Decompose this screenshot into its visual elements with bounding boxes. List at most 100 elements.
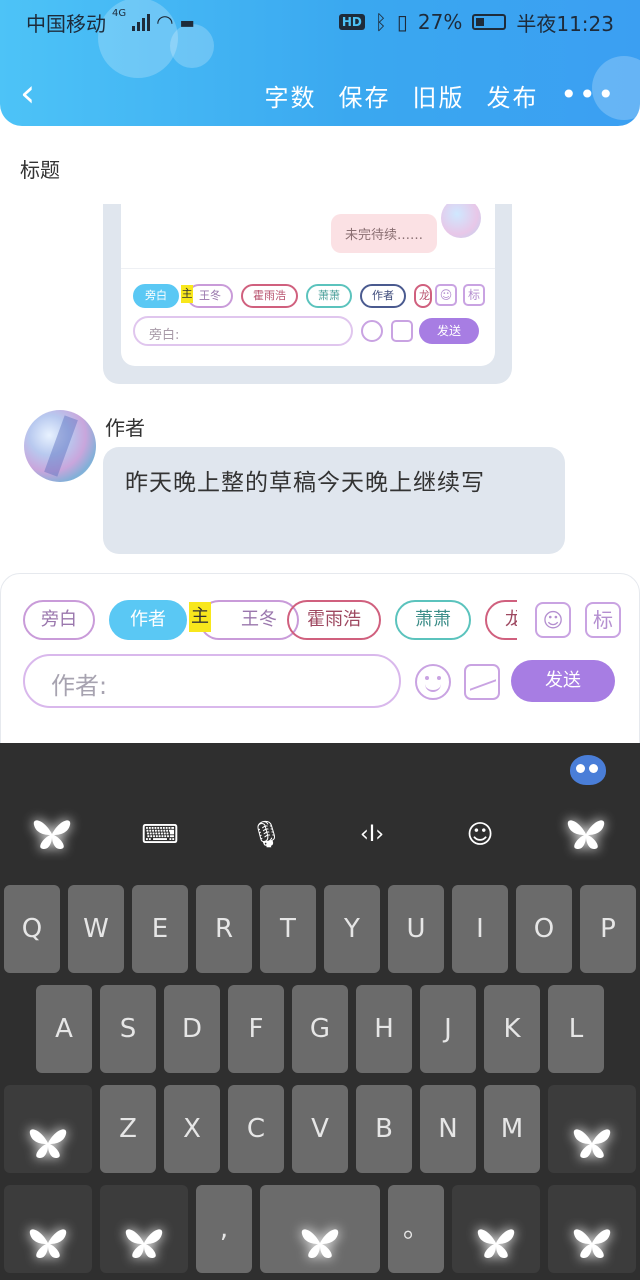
key-y[interactable]: Y xyxy=(324,885,380,973)
key-m[interactable]: M xyxy=(484,1085,540,1173)
key-r[interactable]: R xyxy=(196,885,252,973)
title-label[interactable]: 标题 xyxy=(20,154,60,183)
emoji-icon[interactable] xyxy=(415,664,451,700)
preview-screenshot: 未完待续…… 旁白 王冬 霍雨浩 萧萧 作者 龙 主 ☺ 标 旁白: 发送 xyxy=(121,204,495,366)
author-name: 作者 xyxy=(105,416,145,440)
key-e[interactable]: E xyxy=(132,885,188,973)
symbol-key[interactable] xyxy=(4,1185,92,1273)
cursor-icon[interactable]: ‹I› xyxy=(352,815,392,855)
key-k[interactable]: K xyxy=(484,985,540,1073)
image-icon xyxy=(391,320,413,342)
preview-send-button: 发送 xyxy=(419,318,479,344)
more-dots-icon[interactable]: ••• xyxy=(560,78,616,113)
key-j[interactable]: J xyxy=(420,985,476,1073)
microphone-icon[interactable]: 🎙 xyxy=(246,815,286,855)
emoji-icon xyxy=(361,320,383,342)
keyboard-icon[interactable]: ⌨ xyxy=(140,815,180,855)
key-q[interactable]: Q xyxy=(4,885,60,973)
divider xyxy=(121,268,495,269)
role-chip[interactable]: 萧萧 xyxy=(395,600,471,640)
enter-key[interactable] xyxy=(548,1185,636,1273)
message-bubble[interactable]: 昨天晚上整的草稿今天晚上继续写 xyxy=(103,447,565,554)
key-f[interactable]: F xyxy=(228,985,284,1073)
key-b[interactable]: B xyxy=(356,1085,412,1173)
battery-icon xyxy=(472,14,507,30)
author-avatar[interactable] xyxy=(24,410,96,482)
preview-side-icons: ☺ 标 xyxy=(435,284,485,306)
butterfly-icon xyxy=(298,1210,342,1258)
preview-card[interactable]: 未完待续…… 旁白 王冬 霍雨浩 萧萧 作者 龙 主 ☺ 标 旁白: 发送 xyxy=(103,204,512,384)
key-w[interactable]: W xyxy=(68,885,124,973)
period-key[interactable]: 。 xyxy=(388,1185,444,1273)
key-i[interactable]: I xyxy=(452,885,508,973)
battery-percent: 27% xyxy=(417,10,463,34)
preview-chip: 霍雨浩 xyxy=(241,284,298,308)
key-h[interactable]: H xyxy=(356,985,412,1073)
preview-input: 旁白: xyxy=(133,316,353,346)
key-g[interactable]: G xyxy=(292,985,348,1073)
key-d[interactable]: D xyxy=(164,985,220,1073)
network-type: 4G xyxy=(112,7,127,19)
key-p[interactable]: P xyxy=(580,885,636,973)
wifi-icon: ◠ xyxy=(156,10,174,34)
butterfly-icon xyxy=(570,1210,614,1258)
butterfly-icon xyxy=(474,1210,518,1258)
butterfly-icon[interactable] xyxy=(30,815,74,853)
key-l[interactable]: L xyxy=(548,985,604,1073)
vibrate-icon: ▯ xyxy=(396,10,408,34)
space-key[interactable] xyxy=(260,1185,380,1273)
send-button[interactable]: 发送 xyxy=(511,660,615,702)
preview-chip: 王冬 xyxy=(187,284,233,308)
word-count-button[interactable]: 字数 xyxy=(264,78,316,113)
role-chip-row[interactable]: 旁白 作者 王冬 霍雨浩 萧萧 龙 主 xyxy=(23,600,517,642)
butterfly-icon xyxy=(122,1210,166,1258)
key-z[interactable]: Z xyxy=(100,1085,156,1173)
message-input[interactable]: 作者: xyxy=(23,654,401,708)
key-x[interactable]: X xyxy=(164,1085,220,1173)
key-s[interactable]: S xyxy=(100,985,156,1073)
butterfly-icon[interactable] xyxy=(564,815,608,853)
carrier-name: 中国移动 xyxy=(26,11,106,36)
backspace-key[interactable] xyxy=(548,1085,636,1173)
key-n[interactable]: N xyxy=(420,1085,476,1173)
signal-icon xyxy=(132,13,151,31)
role-chip[interactable]: 霍雨浩 xyxy=(287,600,381,640)
number-key[interactable] xyxy=(100,1185,188,1273)
key-c[interactable]: C xyxy=(228,1085,284,1173)
key-a[interactable]: A xyxy=(36,985,92,1073)
role-chip[interactable]: 旁白 xyxy=(23,600,95,640)
save-button[interactable]: 保存 xyxy=(338,78,390,113)
publish-button[interactable]: 发布 xyxy=(486,78,538,113)
old-version-button[interactable]: 旧版 xyxy=(412,78,464,113)
clock: 半夜11:23 xyxy=(516,11,614,36)
hd-icon: HD xyxy=(338,14,365,30)
role-chip[interactable]: 龙 xyxy=(485,600,517,640)
comma-key[interactable]: , xyxy=(196,1185,252,1273)
key-t[interactable]: T xyxy=(260,885,316,973)
butterfly-icon xyxy=(570,1110,614,1158)
preview-message-bubble: 未完待续…… xyxy=(330,214,437,253)
shift-key[interactable] xyxy=(4,1085,92,1173)
emoji-icon[interactable]: ☺ xyxy=(460,815,500,855)
preview-avatar xyxy=(441,204,481,238)
avatar-card-icon[interactable]: ☺ xyxy=(535,602,571,638)
image-icon[interactable] xyxy=(464,664,500,700)
preview-chip: 萧萧 xyxy=(306,284,352,308)
butterfly-icon xyxy=(26,1110,70,1158)
main-flag-tag: 主 xyxy=(181,285,193,303)
nav-bar: ‹ 字数 保存 旧版 发布 ••• xyxy=(0,64,640,124)
keyboard-status-icon: ▬ xyxy=(179,12,195,32)
language-key[interactable] xyxy=(452,1185,540,1273)
role-chip[interactable]: 王冬 xyxy=(199,600,299,640)
composer-panel: 旁白 作者 王冬 霍雨浩 萧萧 龙 主 ☺ 标 作者: 发送 xyxy=(0,573,640,753)
role-chip-active[interactable]: 作者 xyxy=(109,600,187,640)
main-flag-tag: 主 xyxy=(189,602,211,632)
key-v[interactable]: V xyxy=(292,1085,348,1173)
preview-chip: 旁白 xyxy=(133,284,179,308)
chevron-left-icon[interactable]: ‹ xyxy=(20,74,56,112)
key-u[interactable]: U xyxy=(388,885,444,973)
mark-icon: 标 xyxy=(463,284,485,306)
mark-icon[interactable]: 标 xyxy=(585,602,621,638)
mascot-icon[interactable] xyxy=(570,755,606,785)
key-o[interactable]: O xyxy=(516,885,572,973)
